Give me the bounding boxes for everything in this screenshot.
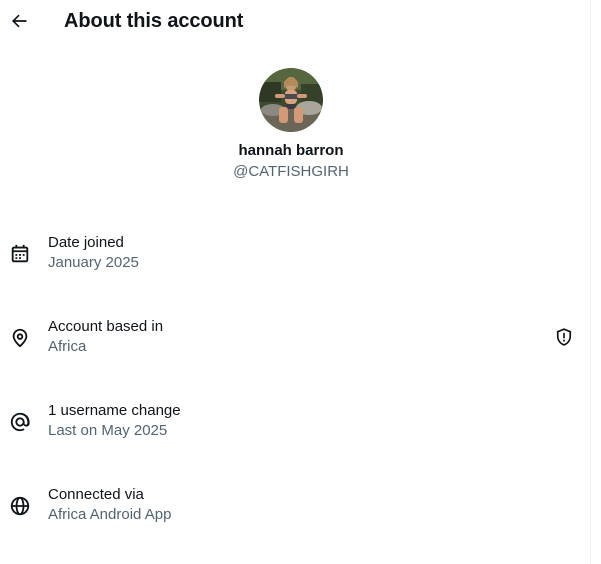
row-account-based-in: Account based in Africa (0, 317, 590, 359)
location-pin-icon (9, 327, 31, 349)
page-header: About this account (0, 0, 590, 44)
calendar-icon (9, 243, 31, 265)
arrow-left-icon (9, 11, 29, 31)
row-date-joined: Date joined January 2025 (0, 233, 590, 275)
display-name: hannah barron (238, 142, 344, 159)
page-title: About this account (64, 10, 244, 32)
row-label: Account based in (48, 318, 164, 335)
profile-summary: hannah barron @CATFISHGIRH (0, 68, 582, 182)
column-divider (590, 0, 591, 564)
shield-alert-icon[interactable] (554, 327, 574, 347)
back-button[interactable] (4, 6, 34, 36)
row-label: Date joined (48, 234, 124, 251)
account-handle: @CATFISHGIRH (233, 163, 349, 180)
row-label: 1 username change (48, 402, 181, 419)
row-value: January 2025 (48, 254, 139, 271)
row-label: Connected via (48, 486, 144, 503)
row-value: Last on May 2025 (48, 422, 168, 439)
row-value: Africa Android App (48, 506, 172, 523)
avatar-photo (259, 68, 323, 132)
at-sign-icon (9, 411, 31, 433)
row-connected-via: Connected via Africa Android App (0, 485, 590, 527)
globe-icon (9, 495, 31, 517)
row-username-change: 1 username change Last on May 2025 (0, 401, 590, 443)
avatar[interactable] (259, 68, 323, 132)
row-value: Africa (48, 338, 87, 355)
about-account-page: About this account hannah barron @CATFIS… (0, 0, 601, 564)
